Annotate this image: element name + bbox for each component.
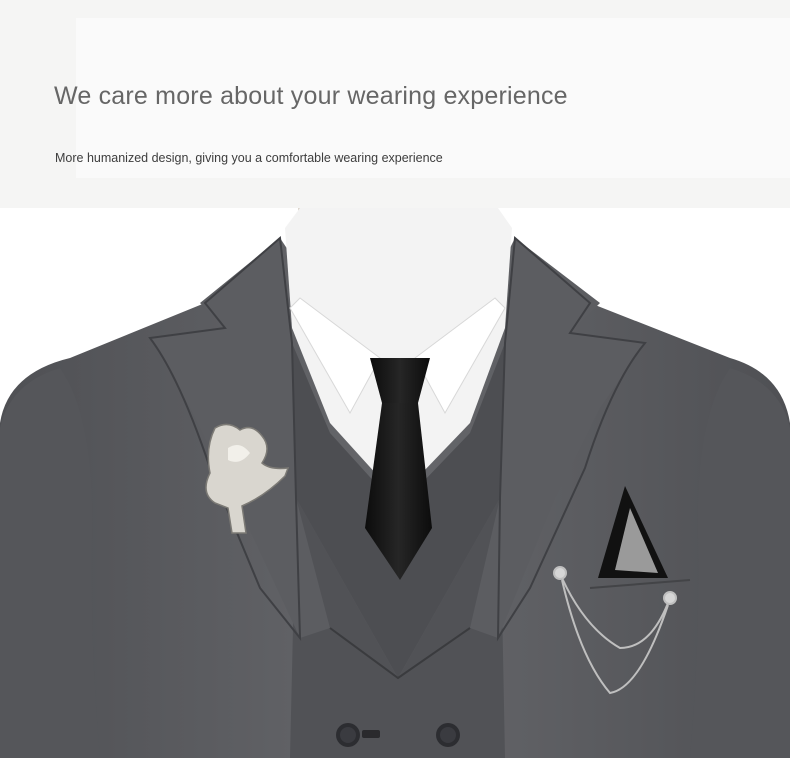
suit-illustration: [0, 208, 790, 758]
banner: We care more about your wearing experien…: [0, 0, 790, 208]
subheadline: More humanized design, giving you a comf…: [55, 151, 443, 165]
product-photo: [0, 208, 790, 758]
headline: We care more about your wearing experien…: [54, 82, 568, 110]
